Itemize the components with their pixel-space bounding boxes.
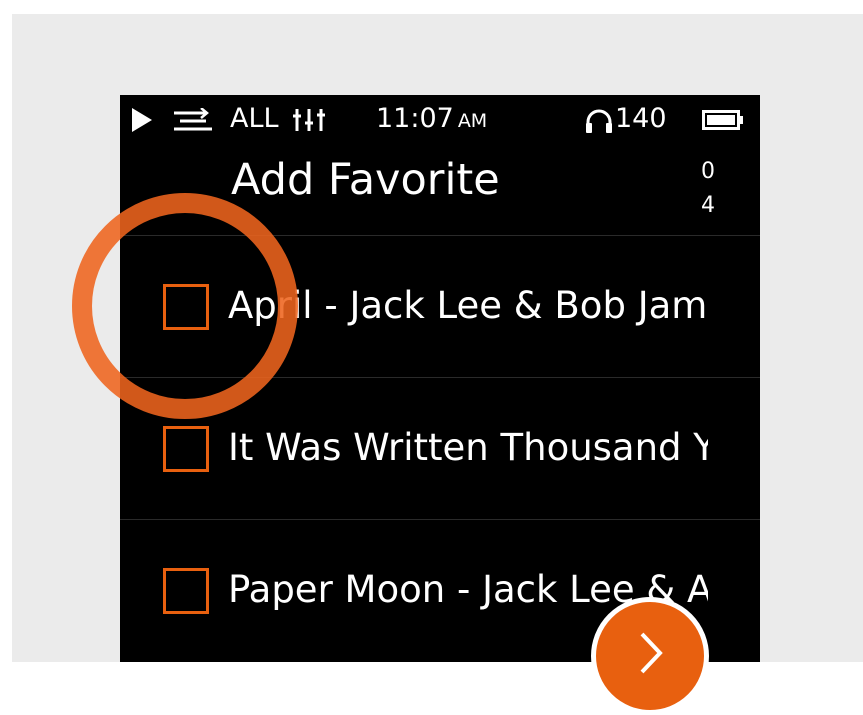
volume-level: 140	[615, 103, 667, 134]
song-title: April - Jack Lee & Bob Jam	[228, 284, 708, 327]
total-count: 4	[701, 193, 715, 218]
status-bar: ALL 11:07 AM 140	[120, 95, 760, 143]
ampm-label: AM	[457, 110, 488, 132]
list-item[interactable]: April - Jack Lee & Bob Jam	[120, 235, 760, 377]
battery-icon	[702, 110, 744, 130]
repeat-mode-label: ALL	[230, 103, 279, 134]
page-title: Add Favorite	[231, 155, 500, 205]
play-icon	[130, 107, 154, 133]
song-checkbox[interactable]	[163, 284, 209, 330]
repeat-icon	[172, 108, 214, 132]
equalizer-icon	[292, 107, 326, 133]
song-title: It Was Written Thousand Y	[228, 426, 708, 469]
selected-count: 0	[701, 159, 715, 184]
device-screen: ALL 11:07 AM 140 Add Favorite 0 4 April …	[120, 95, 760, 662]
clock: 11:07 AM	[376, 95, 487, 143]
list-item[interactable]: It Was Written Thousand Y	[120, 377, 760, 519]
song-list: April - Jack Lee & Bob Jam It Was Writte…	[120, 235, 760, 661]
time-value: 11:07	[376, 103, 454, 134]
song-checkbox[interactable]	[163, 568, 209, 614]
chevron-right-icon	[636, 628, 666, 682]
next-button[interactable]	[591, 597, 709, 715]
song-checkbox[interactable]	[163, 426, 209, 472]
title-bar: Add Favorite 0 4	[120, 143, 760, 235]
headphone-icon	[585, 108, 613, 134]
